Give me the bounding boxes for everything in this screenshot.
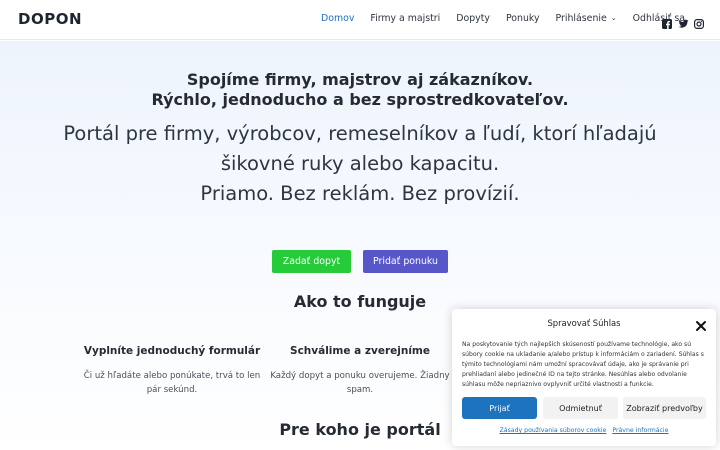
instagram-icon[interactable] xyxy=(694,14,705,30)
facebook-icon[interactable] xyxy=(662,14,672,29)
step-text-form-line2: pár sekúnd. xyxy=(146,385,198,395)
site-header: DOPON Domov Firmy a majstri Dopyty Ponuk… xyxy=(0,0,720,40)
step-text-form-line1: Či už hľadáte alebo ponúkate, trvá to le… xyxy=(83,371,261,381)
hero-lead-line2: šikovné ruky alebo kapacitu. xyxy=(220,152,500,175)
step-title-form: Vyplníte jednoduchý formulár xyxy=(83,345,261,357)
cookie-policy-link[interactable]: Zásady používania súborov cookie xyxy=(500,427,607,434)
cookie-deny-button[interactable]: Odmietnuť xyxy=(543,397,618,419)
cookie-preferences-button[interactable]: Zobraziť predvoľby xyxy=(623,397,706,419)
site-logo[interactable]: DOPON xyxy=(18,10,82,28)
hero-lead-line1: Portál pre firmy, výrobcov, remeselníkov… xyxy=(63,122,657,145)
twitter-icon[interactable] xyxy=(678,14,689,28)
close-icon[interactable] xyxy=(695,317,707,331)
nav-item-firmy-a-majstri[interactable]: Firmy a majstri xyxy=(370,13,440,24)
main-nav: Domov Firmy a majstri Dopyty Ponuky Prih… xyxy=(321,13,701,24)
step-text-approve-line1: Každý dopyt a ponuku overujeme. Žiadny xyxy=(270,371,450,381)
step-text-approve-line2: spam. xyxy=(346,385,374,395)
cookie-consent-dialog: Spravovať Súhlas Na poskytovanie tých na… xyxy=(452,309,716,446)
cookie-dialog-text: Na poskytovanie tých najlepších skúsenos… xyxy=(462,341,704,388)
hero-title-line1: Spojíme firmy, majstrov aj zákazníkov. xyxy=(186,70,534,89)
nav-item-prihlasenie-label: Prihlásenie xyxy=(555,13,607,24)
nav-item-domov[interactable]: Domov xyxy=(321,13,354,24)
chevron-down-icon: ⌄ xyxy=(610,14,617,22)
cookie-dialog-title: Spravovať Súhlas xyxy=(547,318,621,328)
hero-title-line2: Rýchlo, jednoducho a bez sprostredkovate… xyxy=(151,90,569,109)
nav-item-ponuky[interactable]: Ponuky xyxy=(506,13,540,24)
hero-lead-line3: Priamo. Bez reklám. Bez provízií. xyxy=(200,182,520,205)
add-request-button[interactable]: Zadať dopyt xyxy=(272,250,351,273)
add-offer-button[interactable]: Pridať ponuku xyxy=(363,250,448,273)
nav-item-prihlasenie[interactable]: Prihlásenie ⌄ xyxy=(556,13,617,24)
step-title-approve: Schválime a zverejníme xyxy=(290,345,430,357)
cookie-accept-button[interactable]: Prijať xyxy=(462,397,537,419)
social-links xyxy=(662,14,705,30)
nav-item-dopyty[interactable]: Dopyty xyxy=(456,13,490,24)
legal-info-link[interactable]: Právne informácie xyxy=(612,427,668,434)
cookie-links: Zásady používania súborov cookie Právne … xyxy=(452,427,716,434)
